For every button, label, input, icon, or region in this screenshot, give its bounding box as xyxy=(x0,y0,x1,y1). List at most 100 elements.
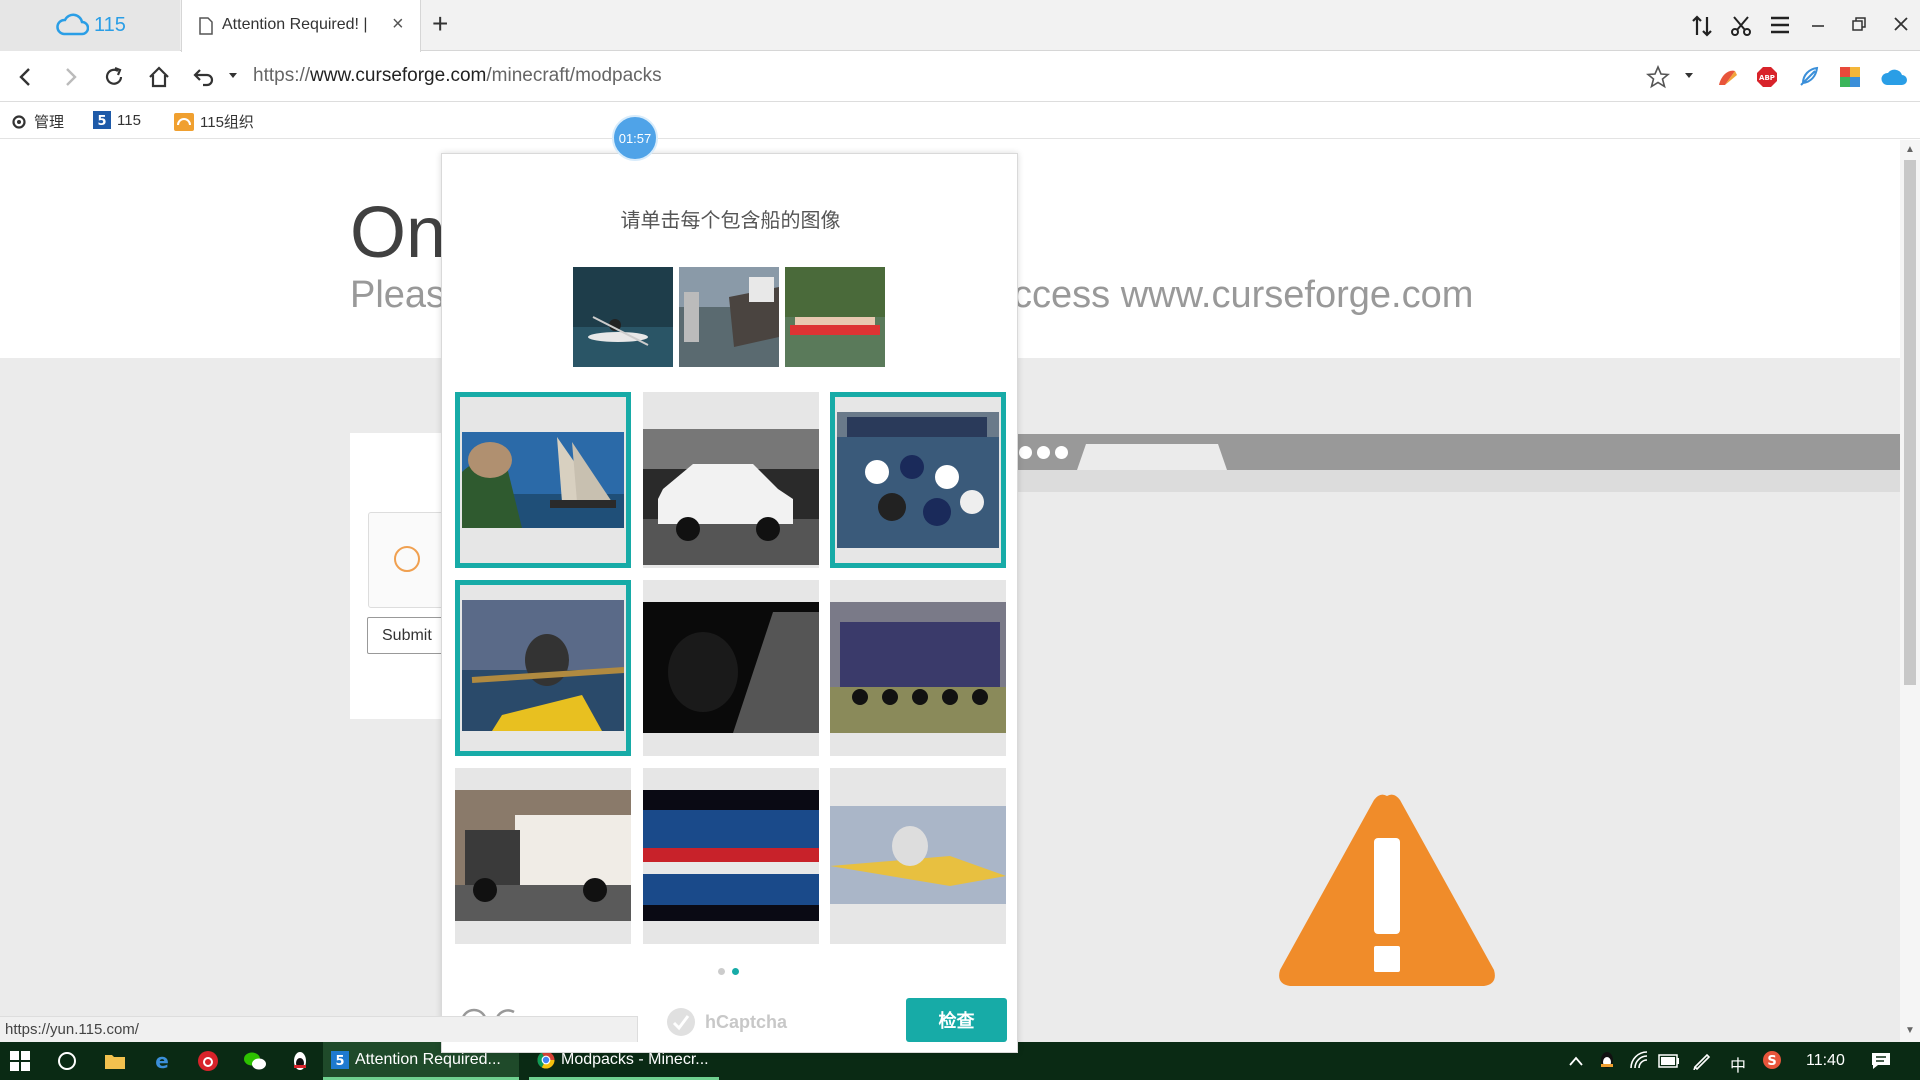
svg-text:ABP: ABP xyxy=(1759,74,1775,82)
taskbar-clock[interactable]: 11:40 xyxy=(1806,1052,1845,1070)
bookmark-115-org[interactable]: 115组织 xyxy=(174,111,254,132)
windows-start-icon[interactable] xyxy=(10,1051,30,1071)
gear-icon xyxy=(12,114,26,129)
captcha-tile-sailboat[interactable] xyxy=(455,392,631,568)
check-button[interactable]: 检查 xyxy=(906,998,1007,1042)
pager-dot-active[interactable] xyxy=(732,968,739,975)
captcha-tile-dragon-boat-crew[interactable] xyxy=(830,392,1006,568)
illustration-toolbar xyxy=(1015,470,1900,492)
document-icon xyxy=(199,17,213,35)
bookmarks-bar: 管理 5 115 115组织 xyxy=(0,103,1920,139)
reload-icon[interactable] xyxy=(102,65,126,89)
hcaptcha-logo-text: hCaptcha xyxy=(705,1011,788,1032)
example-image-kayak xyxy=(573,267,673,367)
taskbar-task-label: Modpacks - Minecr... xyxy=(561,1050,709,1068)
status-url: https://yun.115.com/ xyxy=(0,1016,638,1042)
cortana-search-icon[interactable] xyxy=(56,1050,78,1072)
115-browser-icon: 5 xyxy=(331,1050,349,1069)
captcha-tile-motorcycle-road[interactable] xyxy=(643,580,819,756)
scissors-icon[interactable] xyxy=(1729,14,1753,38)
menu-icon[interactable] xyxy=(1769,15,1791,35)
tab-attention-required[interactable]: Attention Required! | C × xyxy=(181,0,421,52)
wechat-icon[interactable] xyxy=(243,1050,267,1072)
star-dropdown-icon[interactable] xyxy=(1684,72,1694,80)
input-method-indicator[interactable]: 中 xyxy=(1730,1052,1746,1076)
star-icon[interactable] xyxy=(1646,65,1670,89)
cloud-icon xyxy=(56,13,89,36)
scroll-down-arrow-icon[interactable]: ▼ xyxy=(1905,1025,1915,1036)
address-bar[interactable]: https://www.curseforge.com/minecraft/mod… xyxy=(253,65,662,87)
illustration-dot xyxy=(1019,446,1032,459)
sogou-ime-icon[interactable]: S xyxy=(1762,1050,1782,1070)
captcha-tile-dragon-boat-race[interactable] xyxy=(643,768,819,944)
page-subtitle-left: Pleas xyxy=(350,274,446,316)
qq-tray-icon[interactable] xyxy=(1598,1050,1616,1070)
back-icon[interactable] xyxy=(14,65,38,89)
url-path: /minecraft/modpacks xyxy=(486,65,662,86)
bookmark-115-label: 115 xyxy=(117,111,141,129)
bookmark-manage[interactable]: 管理 xyxy=(10,111,64,132)
captcha-tile-semi-truck[interactable] xyxy=(455,768,631,944)
tab-115-label: 115 xyxy=(94,14,126,36)
file-explorer-icon[interactable] xyxy=(104,1050,126,1072)
chrome-icon xyxy=(537,1051,555,1068)
undo-close-icon[interactable] xyxy=(192,65,218,89)
svg-text:e: e xyxy=(155,1050,169,1072)
cloud-extension-icon[interactable] xyxy=(1880,65,1908,89)
captcha-tile-kayaker[interactable] xyxy=(455,580,631,756)
illustration-dot xyxy=(1055,446,1068,459)
extension-multicolor-icon[interactable] xyxy=(1838,65,1862,89)
navigation-bar: https://www.curseforge.com/minecraft/mod… xyxy=(0,52,1920,102)
illustration-dot xyxy=(1037,446,1050,459)
feather-icon[interactable] xyxy=(1797,65,1821,89)
edge-browser-icon[interactable]: e xyxy=(151,1050,173,1072)
page-subtitle-right: ccess www.curseforge.com xyxy=(1013,274,1474,316)
bookmark-115[interactable]: 5 115 xyxy=(93,111,141,129)
restore-icon[interactable] xyxy=(1851,16,1867,32)
browser-illustration xyxy=(1015,434,1900,470)
tab-115-home[interactable]: 115 xyxy=(0,0,180,51)
new-tab-button[interactable]: + xyxy=(432,8,448,40)
taskbar-task-label: Attention Required... xyxy=(355,1050,501,1068)
dropdown-arrow-icon[interactable] xyxy=(228,72,238,80)
captcha-prompt: 请单击每个包含船的图像 xyxy=(620,210,841,232)
extension-paint-icon[interactable] xyxy=(1715,65,1739,89)
pen-input-icon[interactable] xyxy=(1692,1050,1712,1070)
hcaptcha-logo: hCaptcha xyxy=(665,1006,787,1038)
example-image-harbor xyxy=(679,267,779,367)
close-window-icon[interactable] xyxy=(1893,16,1909,32)
svg-text:5: 5 xyxy=(97,114,106,129)
adblock-icon[interactable]: ABP xyxy=(1755,65,1779,89)
sort-icon[interactable] xyxy=(1690,14,1714,38)
home-icon[interactable] xyxy=(147,65,171,89)
bookmark-manage-label: 管理 xyxy=(34,114,65,131)
example-image-dragon-boat xyxy=(785,267,885,367)
tab-title: Attention Required! | C xyxy=(222,16,372,33)
illustration-tab xyxy=(1077,444,1227,470)
hcaptcha-logo-icon xyxy=(667,1008,695,1036)
scrollbar[interactable]: ▲ ▼ xyxy=(1900,140,1920,1042)
show-hidden-icons-icon[interactable] xyxy=(1568,1054,1584,1068)
qq-penguin-icon[interactable] xyxy=(290,1050,310,1072)
scroll-up-arrow-icon[interactable]: ▲ xyxy=(1905,144,1915,155)
hcaptcha-dialog: 请单击每个包含船的图像 hCaptcha 检查 xyxy=(441,153,1018,1053)
115-logo-icon: 5 xyxy=(93,111,111,129)
netease-music-icon[interactable] xyxy=(197,1050,219,1072)
pager-dot[interactable] xyxy=(718,968,725,975)
close-tab-icon[interactable]: × xyxy=(392,13,404,36)
loading-spinner-icon xyxy=(394,546,420,572)
battery-icon[interactable] xyxy=(1658,1054,1680,1068)
captcha-timer: 01:57 xyxy=(612,115,658,161)
svg-text:5: 5 xyxy=(335,1054,344,1069)
captcha-tile-white-car[interactable] xyxy=(643,392,819,568)
page-heading: On xyxy=(350,193,447,273)
forward-icon[interactable] xyxy=(58,65,82,89)
scroll-thumb[interactable] xyxy=(1904,160,1916,685)
minimize-icon[interactable] xyxy=(1810,18,1826,34)
captcha-tile-heavy-truck[interactable] xyxy=(830,580,1006,756)
notification-center-icon[interactable] xyxy=(1870,1050,1892,1072)
captcha-tile-yellow-kayak[interactable] xyxy=(830,768,1006,944)
wifi-icon[interactable] xyxy=(1629,1050,1649,1070)
115-org-icon xyxy=(174,112,194,131)
url-domain: www.curseforge.com xyxy=(310,65,487,86)
